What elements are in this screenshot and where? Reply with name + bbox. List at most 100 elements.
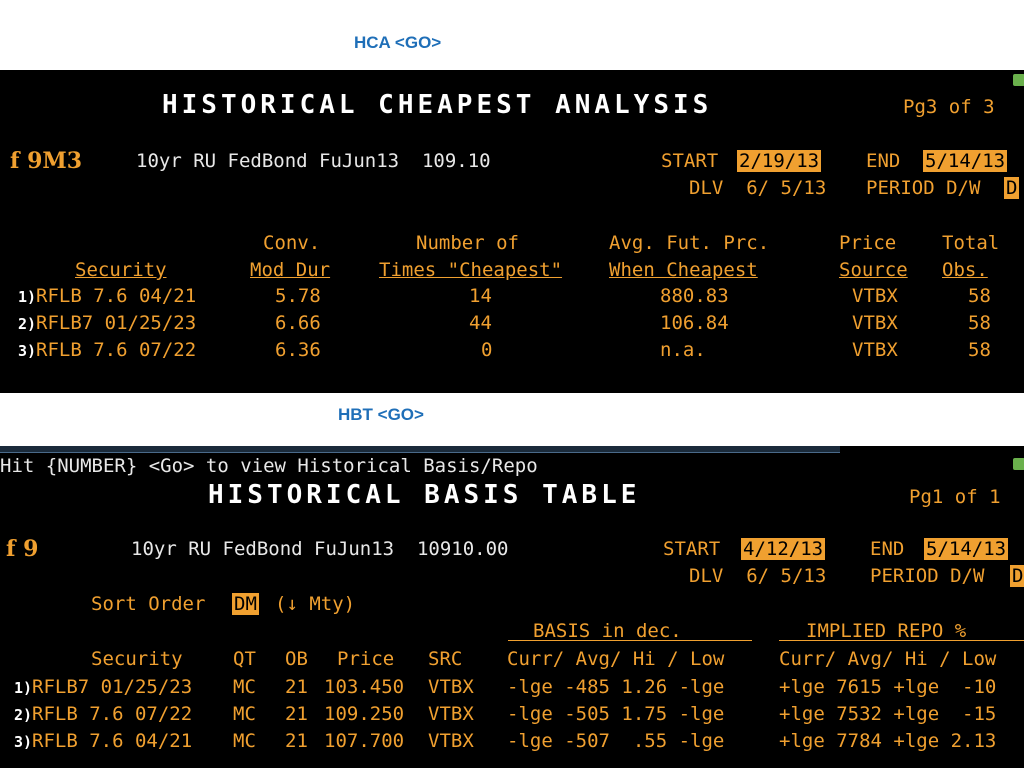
- hca-go-caption: HCA <GO>: [354, 33, 442, 52]
- hca-period-field[interactable]: D: [1004, 177, 1020, 199]
- window-icon: [1013, 458, 1024, 470]
- row-number[interactable]: 3): [18, 340, 36, 362]
- row-number[interactable]: 2): [18, 313, 36, 335]
- basis-values: -lge -505 1.75 -lge: [507, 703, 725, 725]
- hca-page-indicator: Pg3 of 3: [903, 96, 995, 118]
- window-icon: [1013, 74, 1024, 86]
- row-number[interactable]: 1): [18, 286, 36, 308]
- repo-header: IMPLIED REPO %: [806, 620, 967, 642]
- hca-function-key[interactable]: f 9M3: [10, 148, 82, 174]
- src-value: VTBX: [428, 676, 474, 698]
- hca-col-price: Price: [839, 232, 897, 254]
- avg-price: n.a.: [660, 339, 706, 361]
- hbt-end-label: END: [870, 538, 905, 560]
- row-number[interactable]: 2): [14, 704, 32, 726]
- avg-price: 106.84: [660, 312, 729, 334]
- hbt-period-field[interactable]: D: [1010, 565, 1024, 587]
- hbt-end-field[interactable]: 5/14/13: [924, 538, 1009, 560]
- total-obs: 58: [968, 339, 991, 361]
- row-number[interactable]: 3): [14, 731, 32, 753]
- mod-dur: 6.36: [275, 339, 321, 361]
- row-number[interactable]: 1): [14, 677, 32, 699]
- src-value: VTBX: [428, 730, 474, 752]
- src-value: VTBX: [428, 703, 474, 725]
- hca-col-obs: Obs.: [942, 259, 988, 281]
- basis-values: -lge -485 1.26 -lge: [507, 676, 725, 698]
- mod-dur: 6.66: [275, 312, 321, 334]
- hbt-dlv: DLV 6/ 5/13: [689, 565, 827, 587]
- quote-type: MC: [233, 676, 256, 698]
- hbt-title: HISTORICAL BASIS TABLE: [208, 480, 641, 510]
- repo-divider: [779, 640, 1024, 641]
- security-name: RFLB 7.6 07/22: [32, 703, 193, 725]
- sort-order-field[interactable]: DM: [232, 593, 259, 615]
- price-value: 109.250: [324, 703, 405, 725]
- hca-end-label: END: [866, 150, 901, 172]
- sort-order-suffix: (↓ Mty): [275, 593, 356, 615]
- hbt-go-caption: HBT <GO>: [338, 405, 424, 424]
- hbt-terminal-panel: Hit {NUMBER} <Go> to view Historical Bas…: [0, 446, 1024, 768]
- hca-col-conv: Conv.: [263, 232, 321, 254]
- times-cheapest: 44: [469, 312, 492, 334]
- repo-values: +lge 7784 +lge 2.13: [779, 730, 997, 752]
- hbt-col-qt: QT: [233, 648, 256, 670]
- hca-start-field[interactable]: 2/19/13: [737, 150, 822, 172]
- hbt-function-key[interactable]: f 9: [6, 536, 38, 562]
- hca-col-times: Times "Cheapest": [379, 259, 563, 281]
- ob-value: 21: [285, 730, 308, 752]
- price-value: 107.700: [324, 730, 405, 752]
- hbt-instrument: 10yr RU FedBond FuJun13 10910.00: [131, 538, 509, 560]
- security-name: RFLB7 01/25/23: [32, 676, 193, 698]
- price-source: VTBX: [852, 339, 898, 361]
- hbt-col-basis: Curr/ Avg/ Hi / Low: [507, 648, 725, 670]
- hbt-col-price: Price: [337, 648, 395, 670]
- basis-values: -lge -507 .55 -lge: [507, 730, 725, 752]
- price-source: VTBX: [852, 285, 898, 307]
- mod-dur: 5.78: [275, 285, 321, 307]
- hca-col-when: When Cheapest: [609, 259, 758, 281]
- total-obs: 58: [968, 312, 991, 334]
- hbt-col-security: Security: [91, 648, 183, 670]
- window-strip: [0, 446, 840, 453]
- times-cheapest: 0: [481, 339, 493, 361]
- hca-col-security: Security: [75, 259, 167, 281]
- hbt-col-repo: Curr/ Avg/ Hi / Low: [779, 648, 997, 670]
- basis-header: BASIS in dec.: [533, 620, 682, 642]
- ob-value: 21: [285, 676, 308, 698]
- hca-col-total: Total: [942, 232, 1000, 254]
- hbt-page-indicator: Pg1 of 1: [909, 486, 1001, 508]
- hbt-col-src: SRC: [428, 648, 463, 670]
- hca-dlv: DLV 6/ 5/13: [689, 177, 827, 199]
- security-name: RFLB 7.6 04/21: [32, 730, 193, 752]
- hca-col-number: Number of: [416, 232, 519, 254]
- repo-values: +lge 7532 +lge -15: [779, 703, 997, 725]
- hca-terminal-panel: HISTORICAL CHEAPEST ANALYSIS Pg3 of 3 f …: [0, 70, 1024, 393]
- avg-price: 880.83: [660, 285, 729, 307]
- security-name: RFLB 7.6 04/21: [36, 285, 197, 307]
- hbt-period-label: PERIOD D/W: [870, 565, 985, 587]
- times-cheapest: 14: [469, 285, 492, 307]
- sort-order-label: Sort Order: [91, 593, 206, 615]
- hca-title: HISTORICAL CHEAPEST ANALYSIS: [162, 90, 713, 120]
- hca-period-label: PERIOD D/W: [866, 177, 981, 199]
- hca-end-field[interactable]: 5/14/13: [923, 150, 1008, 172]
- price-source: VTBX: [852, 312, 898, 334]
- hbt-col-ob: OB: [285, 648, 308, 670]
- total-obs: 58: [968, 285, 991, 307]
- security-name: RFLB 7.6 07/22: [36, 339, 197, 361]
- repo-values: +lge 7615 +lge -10: [779, 676, 997, 698]
- price-value: 103.450: [324, 676, 405, 698]
- hbt-hint: Hit {NUMBER} <Go> to view Historical Bas…: [0, 455, 538, 477]
- hbt-start-field[interactable]: 4/12/13: [741, 538, 826, 560]
- hca-start-label: START: [661, 150, 719, 172]
- hbt-start-label: START: [663, 538, 721, 560]
- quote-type: MC: [233, 703, 256, 725]
- ob-value: 21: [285, 703, 308, 725]
- basis-divider: [508, 640, 752, 641]
- hca-col-moddur: Mod Dur: [250, 259, 331, 281]
- quote-type: MC: [233, 730, 256, 752]
- security-name: RFLB7 01/25/23: [36, 312, 197, 334]
- hca-col-avg: Avg. Fut. Prc.: [609, 232, 770, 254]
- hca-col-source: Source: [839, 259, 908, 281]
- hca-instrument: 10yr RU FedBond FuJun13 109.10: [136, 150, 491, 172]
